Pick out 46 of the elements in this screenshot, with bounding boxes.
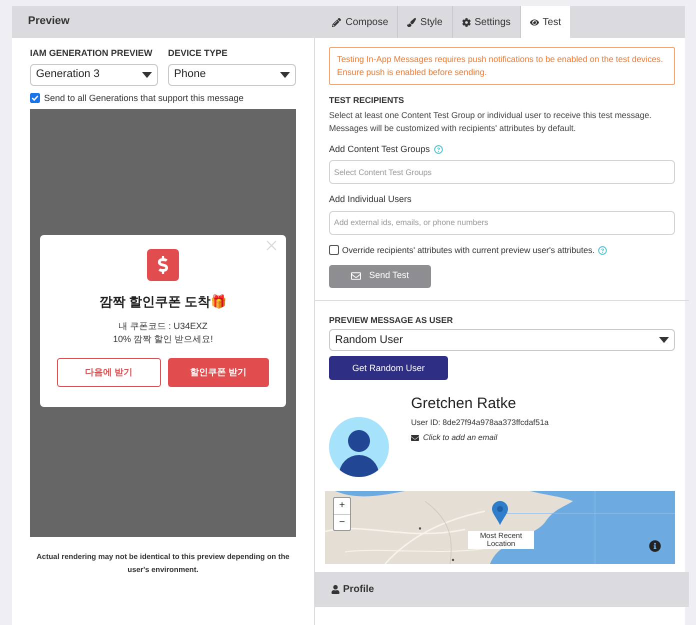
tab[interactable]: Compose bbox=[323, 6, 398, 38]
brush-icon bbox=[407, 18, 416, 26]
section-title: TEST RECIPIENTS bbox=[329, 94, 406, 107]
description-text: Select at least one Content Test Group or individual user to receive this test message. Messages will be customized with recipients' attributes by default. bbox=[329, 108, 653, 135]
eye-icon bbox=[530, 18, 539, 26]
user-id: User ID: 8de27f94a978aa373ffcdaf51a bbox=[411, 416, 549, 429]
checkbox-label: Override recipients' attributes with current preview user's attributes. bbox=[342, 244, 595, 256]
caret-icon bbox=[142, 72, 152, 78]
field-label: Add Content Test Groups bbox=[329, 142, 430, 156]
email-link[interactable]: Click to add an email bbox=[423, 432, 498, 444]
caret-icon bbox=[280, 72, 290, 78]
zoom-in-button[interactable]: + bbox=[334, 498, 350, 514]
envelope-icon bbox=[351, 271, 362, 281]
map-pin-icon bbox=[492, 501, 508, 526]
user-icon bbox=[331, 585, 340, 594]
caret-icon bbox=[659, 337, 669, 344]
tab[interactable]: Test bbox=[520, 6, 570, 38]
dollar-icon bbox=[147, 248, 179, 281]
warning-text: Testing In-App Messages requires push notifications to be enabled on the test devices. Ensure push is enabled before sending. bbox=[337, 53, 664, 79]
message-text: 10% 깜짝 할인 받으세요! bbox=[112, 333, 213, 346]
profile-bar[interactable]: Profile bbox=[315, 572, 689, 608]
checkbox[interactable] bbox=[329, 245, 339, 256]
checkbox[interactable] bbox=[30, 93, 40, 104]
message-button[interactable]: 다음에 받기 bbox=[57, 358, 160, 388]
field-label: Add Individual Users bbox=[329, 193, 413, 206]
zoom-out-button[interactable]: − bbox=[334, 514, 350, 530]
user-select[interactable]: Random User bbox=[329, 329, 675, 352]
section-title: PREVIEW MESSAGE AS USER bbox=[329, 314, 454, 326]
generation-select[interactable]: Generation 3 bbox=[30, 64, 158, 86]
pencil-icon bbox=[332, 18, 342, 26]
user-name: Gretchen Ratke bbox=[411, 394, 518, 414]
message-title: 깜짝 할인쿠폰 도착🎁 bbox=[99, 292, 227, 311]
groups-field[interactable]: Select Content Test Groups bbox=[329, 160, 675, 184]
message-button[interactable]: 할인쿠폰 받기 bbox=[168, 358, 269, 388]
message-text: 내 쿠폰코드 : U34EXZ bbox=[118, 320, 208, 334]
gear-icon bbox=[462, 18, 471, 26]
envelope-icon bbox=[411, 434, 419, 442]
field-label: DEVICE TYPE bbox=[168, 47, 229, 60]
checkbox-label: Send to all Generations that support this message bbox=[44, 92, 244, 105]
device-select[interactable]: Phone bbox=[168, 64, 296, 86]
field-label: IAM GENERATION PREVIEW bbox=[30, 47, 154, 60]
get-random-user-button[interactable]: Get Random User bbox=[329, 356, 448, 380]
tab[interactable]: Style bbox=[397, 6, 452, 38]
users-field[interactable]: Add external ids, emails, or phone numbers bbox=[329, 210, 675, 235]
info-icon[interactable] bbox=[649, 540, 661, 552]
panel-title: Preview bbox=[28, 14, 70, 28]
